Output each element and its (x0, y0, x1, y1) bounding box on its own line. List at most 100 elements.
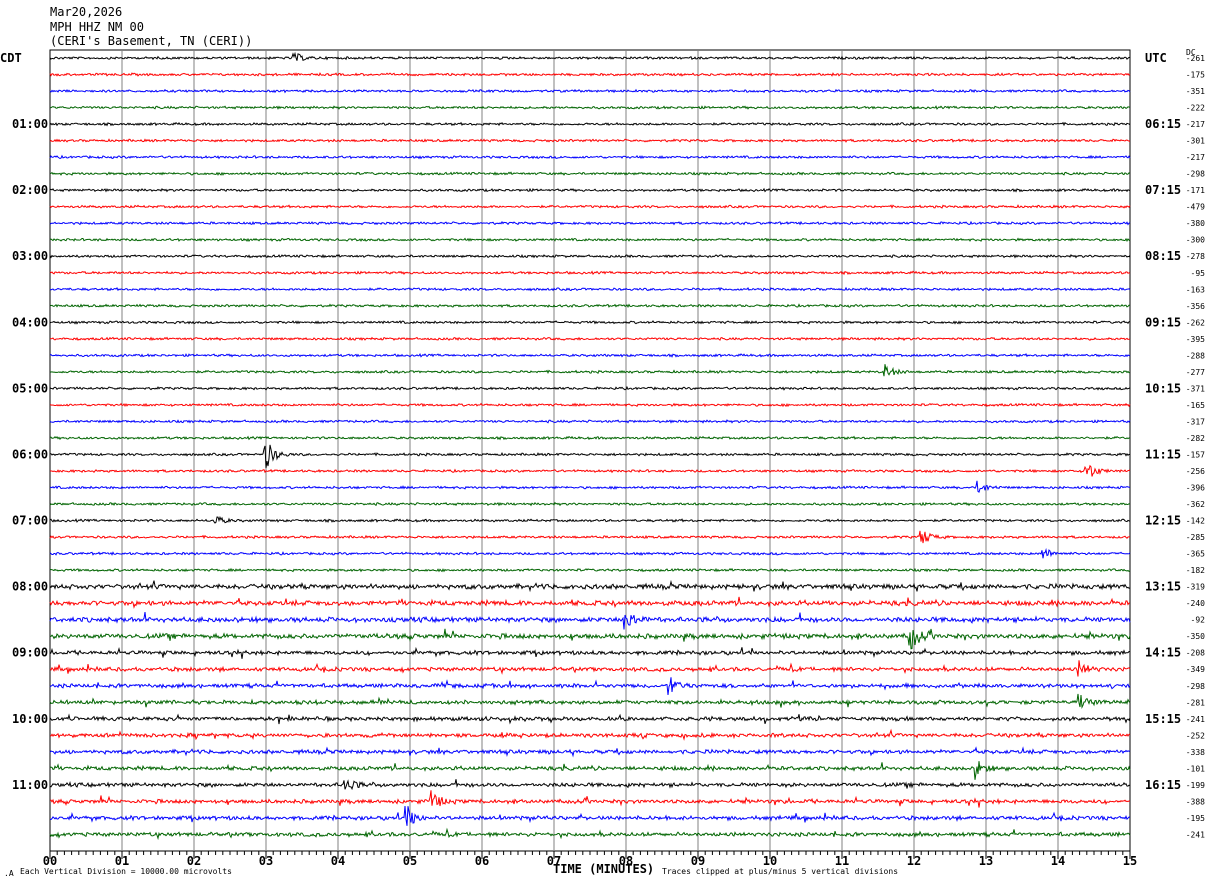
seismic-trace (49, 237, 1131, 243)
x-tick-label: 09 (691, 854, 705, 868)
utc-time-label: 11:15 (1145, 447, 1181, 461)
utc-time-label: 15:15 (1145, 712, 1181, 726)
seismic-trace (49, 693, 1131, 710)
dc-offset-label: -282 (1186, 434, 1205, 443)
utc-time-label: 10:15 (1145, 381, 1181, 395)
cdt-time-label: 04:00 (12, 315, 48, 329)
seismic-trace (49, 187, 1131, 193)
right-time-labels: UTC 06:15 07:15 08:15 09:15 10:15 11:15 12:15 13… (1145, 51, 1181, 792)
clip-note: Traces clipped at plus/minus 5 vertical … (662, 867, 898, 876)
dc-offset-label: -175 (1186, 71, 1205, 80)
cdt-time-label: 10:00 (12, 712, 48, 726)
seismic-trace (49, 547, 1131, 559)
dc-offset-label: -362 (1186, 500, 1205, 509)
seismic-trace (49, 319, 1131, 325)
dc-offset-label: -396 (1186, 484, 1205, 493)
seismic-trace (49, 761, 1131, 780)
seismic-trace (49, 677, 1131, 695)
utc-time-label: 09:15 (1145, 315, 1181, 329)
seismic-trace (49, 286, 1131, 292)
seismic-trace (49, 138, 1131, 143)
seismic-trace (49, 220, 1131, 226)
dc-offset-label: -301 (1186, 137, 1205, 146)
seismic-trace (49, 480, 1130, 493)
x-tick-label: 14 (1051, 854, 1065, 868)
x-tick-label: 05 (403, 854, 417, 868)
dc-offset-label: -479 (1186, 203, 1205, 212)
dc-offset-label: -241 (1186, 830, 1205, 839)
dc-offset-label: -298 (1186, 682, 1205, 691)
dc-offset-label: -356 (1186, 302, 1205, 311)
grid (49, 49, 1131, 852)
x-tick-label: 01 (115, 854, 129, 868)
dc-offset-label: -163 (1186, 285, 1205, 294)
dc-offset-labels: -261-175-351-222-217-301-217-298-171-479… (1186, 54, 1205, 839)
helicorder-plot: Mar20,2026 MPH HHZ NM 00 (CERI's Basemen… (0, 5, 1205, 878)
dc-offset-label: -241 (1186, 715, 1205, 724)
plot-frame (49, 49, 1131, 852)
seismic-trace (49, 713, 1131, 725)
dc-offset-label: -240 (1186, 599, 1205, 608)
header-date: Mar20,2026 (50, 5, 122, 19)
utc-time-label: 12:15 (1145, 514, 1181, 528)
seismic-trace (49, 364, 1131, 377)
cdt-time-label: CDT (0, 51, 22, 65)
seismic-trace (49, 579, 1131, 593)
seismic-trace (49, 204, 1131, 209)
seismic-trace (49, 501, 1131, 507)
utc-zone-label: UTC (1145, 51, 1167, 65)
dc-offset-label: -349 (1186, 665, 1205, 674)
x-tick-label: 03 (259, 854, 273, 868)
dc-offset-label: -371 (1186, 384, 1205, 393)
seismic-trace (49, 567, 1131, 573)
dc-offset-label: -288 (1186, 351, 1205, 360)
seismic-trace (49, 419, 1131, 424)
seismic-trace (49, 827, 1131, 841)
seismic-trace (49, 530, 1130, 544)
cdt-time-label: 07:00 (12, 514, 48, 528)
utc-time-label: 13:15 (1145, 580, 1181, 594)
dc-offset-label: -298 (1186, 170, 1205, 179)
utc-time-label: 08:15 (1145, 249, 1181, 263)
cdt-time-label: 03:00 (12, 249, 48, 263)
left-time-labels: CDT 01:00 02:00 03:00 04:00 05:00 06:00 07:00 08… (0, 51, 48, 792)
seismic-trace (49, 612, 1131, 630)
utc-time-label: 14:15 (1145, 646, 1181, 660)
dc-offset-label: -395 (1186, 335, 1205, 344)
x-tick-label: 13 (979, 854, 993, 868)
dc-offset-label: -222 (1186, 104, 1205, 113)
dc-offset-label: -300 (1186, 236, 1205, 245)
seismic-trace (49, 779, 1131, 791)
dc-offset-label: -317 (1186, 417, 1205, 426)
seismic-trace (49, 336, 1131, 342)
dc-offset-label: -338 (1186, 748, 1205, 757)
seismic-trace (50, 806, 1131, 826)
x-tick-label: 06 (475, 854, 489, 868)
seismic-trace (49, 660, 1131, 677)
seismic-trace (49, 385, 1131, 391)
header-location: (CERI's Basement, TN (CERI)) (50, 34, 252, 48)
seismic-trace (49, 628, 1131, 650)
utc-time-label: 16:15 (1145, 778, 1181, 792)
dc-offset-label: -142 (1186, 517, 1205, 526)
dc-offset-label: -252 (1186, 731, 1205, 740)
seismic-trace (50, 464, 1131, 477)
utc-time-label: 07:15 (1145, 183, 1181, 197)
seismic-trace (49, 303, 1131, 309)
scale-note: Each Vertical Division = 10000.00 microv… (20, 867, 232, 876)
seismic-trace (49, 646, 1131, 659)
utc-time-label: 06:15 (1145, 117, 1181, 131)
x-tick-label: 15 (1123, 854, 1137, 868)
dc-offset-label: -388 (1186, 797, 1205, 806)
dc-offset-label: -157 (1186, 450, 1205, 459)
cdt-time-label: 02:00 (12, 183, 48, 197)
x-tick-label: 12 (907, 854, 921, 868)
seismic-trace (49, 402, 1131, 408)
seismic-trace (49, 51, 1131, 61)
seismic-trace (50, 728, 1131, 741)
cdt-time-label: 09:00 (12, 646, 48, 660)
seismic-trace (49, 270, 1131, 276)
dc-offset-label: -278 (1186, 252, 1205, 261)
cdt-time-label: 08:00 (12, 580, 48, 594)
cdt-time-label: 05:00 (12, 381, 48, 395)
